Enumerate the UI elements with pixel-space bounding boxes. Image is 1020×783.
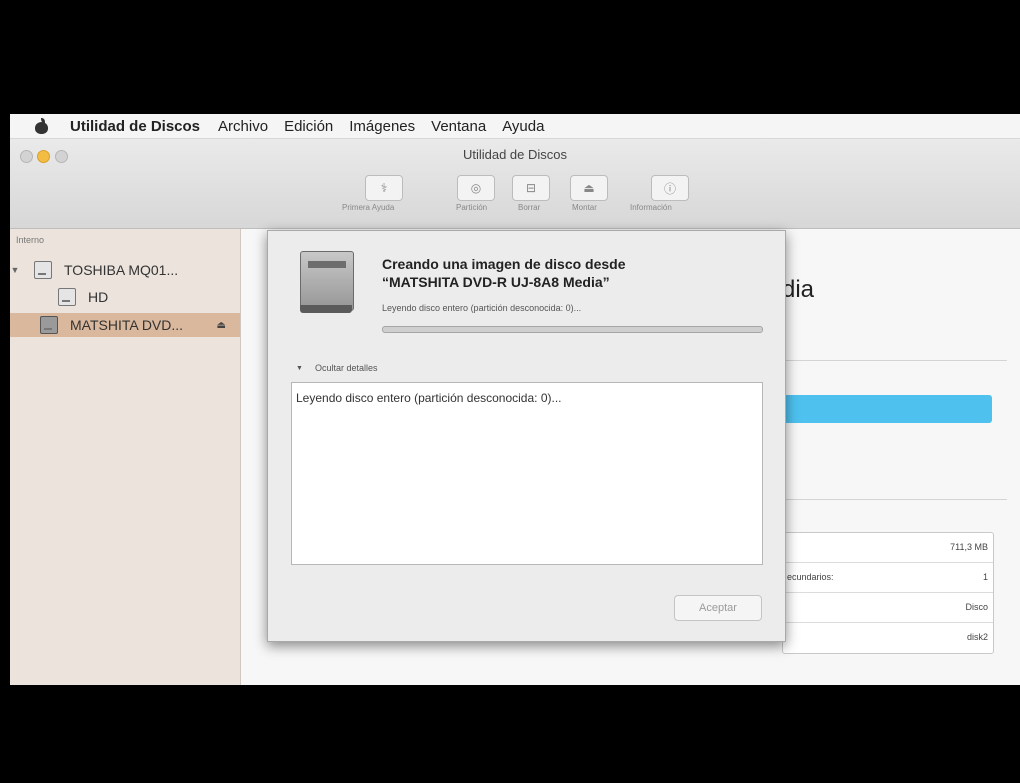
volume-icon (58, 288, 76, 306)
disclosure-triangle-icon: ▼ (296, 364, 303, 372)
accept-button[interactable]: Aceptar (674, 595, 762, 621)
info-row: 711,3 MB (783, 533, 993, 563)
first-aid-button[interactable]: ⚕ (365, 175, 403, 201)
info-icon: ⓘ (663, 181, 676, 196)
sidebar-section-internal: Interno (16, 235, 45, 245)
sidebar: Interno ▼ TOSHIBA MQ01... HD MATSHITA DV… (10, 229, 241, 685)
sidebar-item-matshita[interactable]: MATSHITA DVD... ⏏ (10, 313, 240, 337)
apple-icon[interactable] (34, 118, 48, 134)
hide-details-label: Ocultar detalles (314, 363, 378, 373)
first-aid-label: Primera Ayuda (342, 203, 395, 212)
sidebar-item-hd[interactable]: HD (10, 285, 240, 309)
log-text: Leyendo disco entero (partición desconoc… (296, 391, 562, 405)
info-value: disk2 (966, 632, 988, 642)
create-image-dialog: Creando una imagen de disco desde “MATSH… (267, 230, 786, 642)
info-row: Disco (783, 593, 993, 623)
info-label: Información (630, 203, 672, 212)
divider (782, 499, 1007, 500)
eject-icon[interactable]: ⏏ (217, 320, 226, 331)
video-frame: Utilidad de Discos Archivo Edición Imáge… (10, 17, 1020, 685)
disclosure-triangle-icon[interactable]: ▼ (10, 265, 20, 275)
menu-ayuda[interactable]: Ayuda (502, 118, 544, 135)
sidebar-item-label: HD (88, 289, 109, 305)
usage-bar (782, 395, 992, 423)
progress-bar (382, 326, 763, 333)
mount-label: Montar (572, 203, 597, 212)
hide-details-toggle[interactable]: ▼ Ocultar detalles (296, 363, 377, 373)
menu-edicion[interactable]: Edición (284, 118, 333, 135)
dvd-drive-icon (300, 251, 354, 315)
info-table: 711,3 MB ecundarios: 1 Disco disk2 (782, 532, 994, 654)
details-log[interactable]: Leyendo disco entero (partición desconoc… (291, 382, 763, 565)
erase-button[interactable]: ⊟ (512, 175, 550, 201)
menu-imagenes[interactable]: Imágenes (349, 118, 415, 135)
partition-button[interactable]: ◎ (457, 175, 495, 201)
info-row: disk2 (783, 623, 993, 652)
info-value: 1 (982, 572, 988, 582)
divider (782, 360, 1007, 361)
hard-drive-icon (34, 261, 52, 279)
mount-button[interactable]: ⏏ (570, 175, 608, 201)
info-key: ecundarios: (787, 572, 834, 582)
info-value: Disco (965, 602, 988, 612)
info-value: 711,3 MB (950, 542, 988, 552)
sidebar-item-label: TOSHIBA MQ01... (64, 262, 179, 278)
partition-label: Partición (456, 203, 488, 212)
dialog-title-line2: “MATSHITA DVD-R UJ-8A8 Media” (382, 274, 610, 290)
dialog-title: Creando una imagen de disco desde “MATSH… (382, 255, 772, 291)
mount-icon: ⏏ (583, 181, 595, 195)
erase-icon: ⊟ (525, 181, 537, 195)
dialog-status: Leyendo disco entero (partición desconoc… (382, 303, 582, 313)
erase-label: Borrar (518, 203, 541, 212)
optical-drive-icon (40, 316, 58, 334)
sidebar-item-toshiba[interactable]: ▼ TOSHIBA MQ01... (10, 258, 240, 282)
menu-bar: Utilidad de Discos Archivo Edición Imáge… (10, 114, 1020, 139)
partition-icon: ◎ (470, 181, 482, 195)
stethoscope-icon: ⚕ (380, 181, 388, 195)
info-button[interactable]: ⓘ (651, 175, 689, 201)
menu-ventana[interactable]: Ventana (431, 118, 486, 135)
screen: Utilidad de Discos Archivo Edición Imáge… (10, 114, 1020, 685)
info-row: ecundarios: 1 (783, 563, 993, 593)
dialog-title-line1: Creando una imagen de disco desde (382, 256, 626, 272)
menu-archivo[interactable]: Archivo (218, 118, 268, 135)
menu-app-name[interactable]: Utilidad de Discos (70, 118, 200, 135)
sidebar-item-label: MATSHITA DVD... (70, 317, 184, 333)
window-title: Utilidad de Discos (462, 147, 568, 162)
window-titlebar: Utilidad de Discos ⚕ Primera Ayuda ◎ Par… (10, 139, 1020, 229)
disk-title-fragment: dia (782, 276, 815, 303)
